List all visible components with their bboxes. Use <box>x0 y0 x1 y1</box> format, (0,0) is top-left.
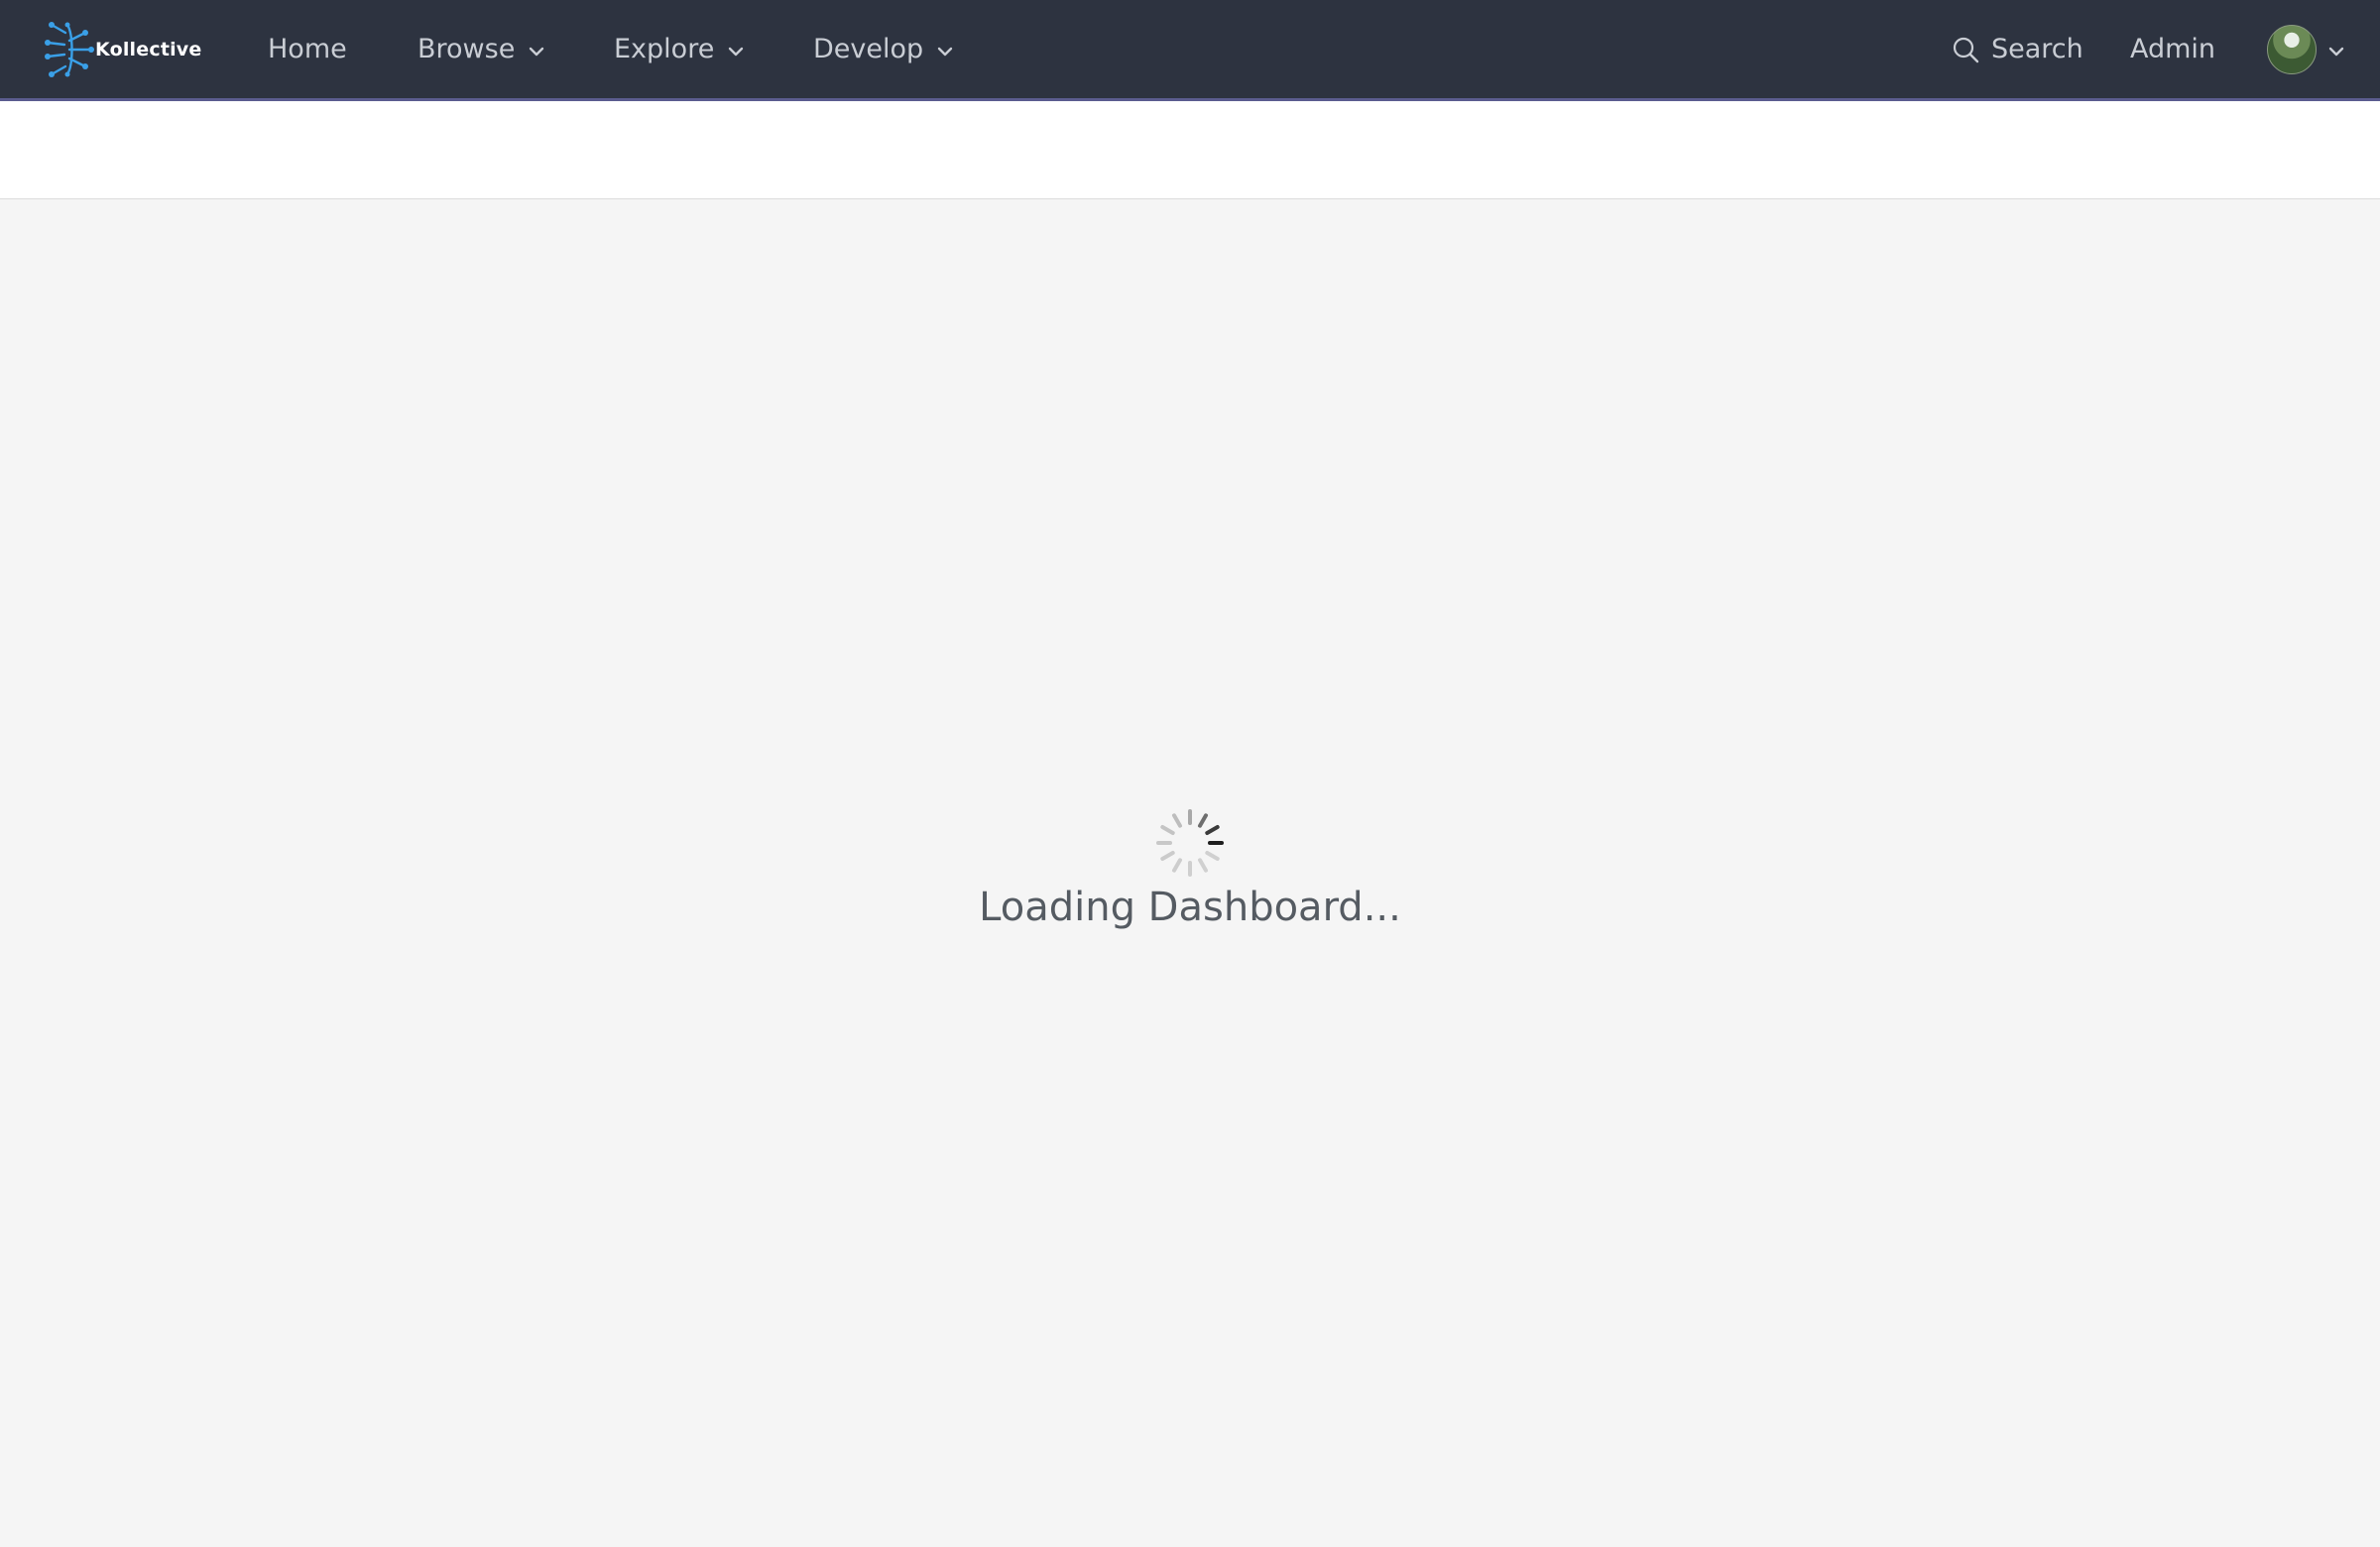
brand-logo-link[interactable]: Kollective <box>40 18 201 81</box>
nav-item-label: Develop <box>813 34 924 64</box>
chevron-down-icon <box>937 47 953 56</box>
nav-item-label: Home <box>268 34 347 64</box>
loading-indicator: Loading Dashboard... <box>0 805 2380 930</box>
avatar <box>2267 24 2317 74</box>
nav-item-label: Explore <box>614 34 715 64</box>
dashboard-header-bar <box>0 101 2380 199</box>
loading-message: Loading Dashboard... <box>979 885 1401 930</box>
nav-item-label: Browse <box>417 34 516 64</box>
loading-spinner-icon <box>1156 809 1224 877</box>
nav-item-home[interactable]: Home <box>268 0 347 98</box>
user-menu[interactable] <box>2267 0 2344 98</box>
chevron-down-icon <box>729 47 744 56</box>
admin-link[interactable]: Admin <box>2130 0 2215 98</box>
chevron-down-icon <box>2328 47 2344 56</box>
nav-item-develop[interactable]: Develop <box>813 0 953 98</box>
top-navigation-bar: Kollective Home Browse Explore Develop S… <box>0 0 2380 101</box>
search-button[interactable]: Search <box>1952 0 2083 98</box>
nav-item-browse[interactable]: Browse <box>417 0 544 98</box>
kollective-logo-icon <box>45 22 94 77</box>
chevron-down-icon <box>530 47 544 56</box>
search-label: Search <box>1991 34 2083 64</box>
brand-name: Kollective <box>95 39 202 60</box>
nav-item-explore[interactable]: Explore <box>614 0 744 98</box>
search-icon <box>1953 37 1979 62</box>
admin-label: Admin <box>2130 34 2216 64</box>
